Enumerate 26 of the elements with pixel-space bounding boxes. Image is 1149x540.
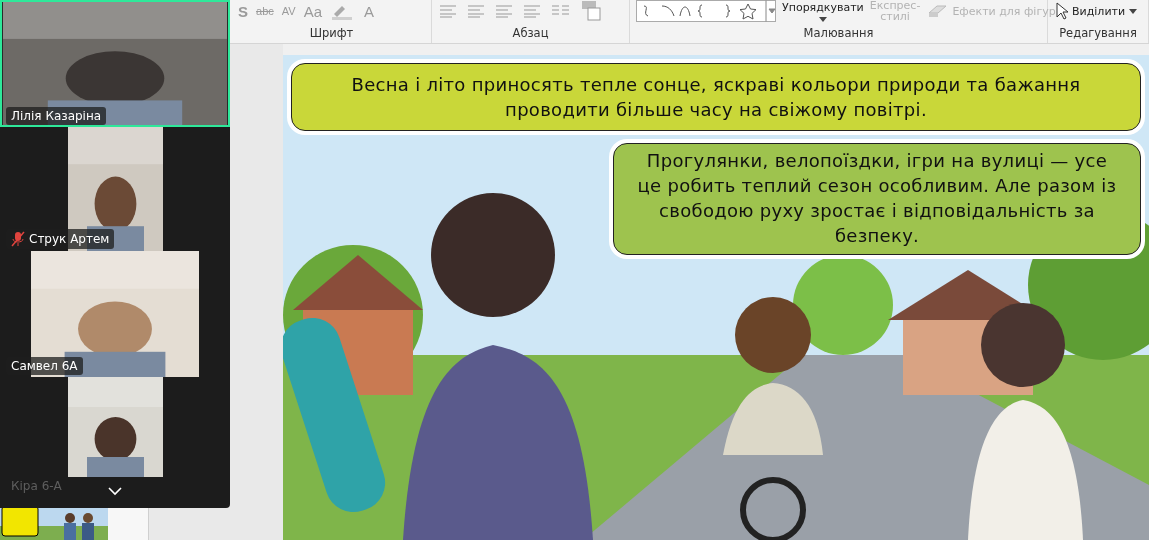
select-button[interactable]: Виділити [1072,4,1126,18]
columns-icon[interactable] [550,4,572,18]
arrange-button[interactable]: Упорядкувати [782,0,864,14]
group-label: Редагування [1059,26,1137,40]
group-label: Шрифт [309,26,354,40]
align-icon[interactable] [438,4,458,18]
shadow-button[interactable]: S [238,2,248,20]
quick-styles-button[interactable]: Експрес- стилі [869,0,921,22]
align-icon[interactable] [494,4,514,18]
spacing-button[interactable]: AV [281,5,296,17]
case-button[interactable]: Aa [303,2,322,20]
video-tile[interactable]: Лілія Казаріна [0,0,230,127]
shape-effects-button[interactable]: Ефекти для фігур [952,4,1056,18]
font-color-button[interactable]: A [364,2,374,20]
group-label: Малювання [803,26,874,40]
participant-name: Лілія Казаріна [11,109,102,123]
align-icon[interactable] [522,4,542,18]
caret-icon [1129,8,1138,14]
participant-name: Кіра 6-А [11,479,62,493]
eraser-icon [926,3,949,19]
chevron-down-icon[interactable] [107,486,123,496]
group-label: Абзац [512,26,549,40]
strikethrough-button[interactable]: abc [256,5,274,17]
caret-icon [818,16,827,22]
align-icon[interactable] [466,4,486,18]
shapes-gallery[interactable] [636,0,776,22]
